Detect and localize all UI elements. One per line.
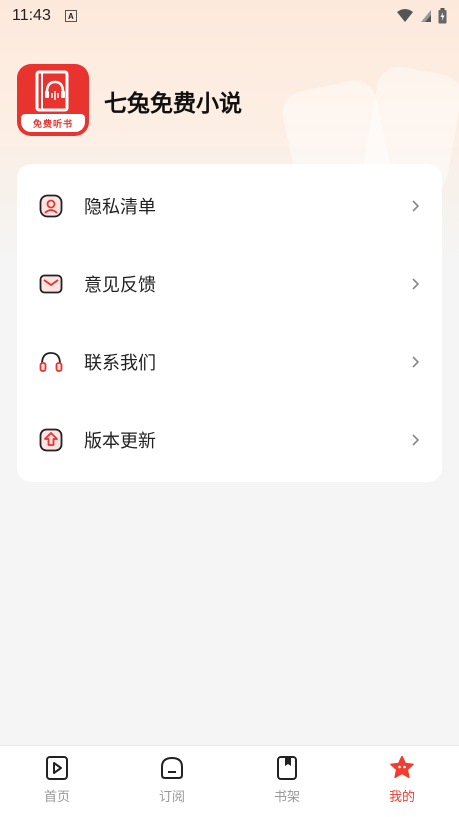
subscribe-icon <box>161 756 183 779</box>
signal-icon <box>421 10 431 22</box>
menu-item-feedback[interactable]: 意见反馈 <box>17 245 442 323</box>
book-headphone-logo-icon <box>35 70 69 112</box>
bottom-tab-bar: 首页 订阅 书架 我的 <box>0 745 459 817</box>
star-face-icon <box>390 755 414 779</box>
settings-menu-card: 隐私清单 意见反馈 联系我们 版本更新 <box>17 164 442 482</box>
battery-charging-icon <box>438 8 447 24</box>
tab-label: 我的 <box>388 790 415 805</box>
app-name: 七兔免费小说 <box>104 91 242 117</box>
a-box-icon: A <box>64 10 77 22</box>
menu-item-version-update[interactable]: 版本更新 <box>17 401 442 479</box>
play-book-icon <box>46 756 68 780</box>
bookmark-icon <box>277 756 297 780</box>
chevron-right-icon <box>412 434 420 446</box>
chevron-right-icon <box>412 356 420 368</box>
status-time: 11:43 <box>12 7 51 24</box>
tab-subscribe[interactable]: 订阅 <box>115 746 229 817</box>
menu-item-label: 意见反馈 <box>84 275 156 296</box>
menu-item-privacy-list[interactable]: 隐私清单 <box>17 167 442 245</box>
tab-label: 首页 <box>43 790 70 805</box>
menu-item-label: 版本更新 <box>84 431 156 452</box>
headset-icon <box>39 352 63 372</box>
update-icon <box>39 428 63 452</box>
tab-home[interactable]: 首页 <box>0 746 114 817</box>
tab-bookshelf[interactable]: 书架 <box>230 746 344 817</box>
wifi-icon <box>397 9 413 22</box>
tab-mine[interactable]: 我的 <box>345 746 459 817</box>
menu-item-label: 联系我们 <box>84 353 156 374</box>
menu-item-label: 隐私清单 <box>84 197 156 218</box>
status-bar: 11:43 A <box>0 0 459 32</box>
chevron-right-icon <box>412 278 420 290</box>
tab-label: 书架 <box>273 790 300 805</box>
app-logo: 免费听书 <box>17 64 89 136</box>
logo-banner-text: 免费听书 <box>21 114 85 132</box>
mail-icon <box>39 274 63 294</box>
tab-label: 订阅 <box>158 790 185 805</box>
chevron-right-icon <box>412 200 420 212</box>
privacy-icon <box>39 194 63 218</box>
menu-item-contact-us[interactable]: 联系我们 <box>17 323 442 401</box>
